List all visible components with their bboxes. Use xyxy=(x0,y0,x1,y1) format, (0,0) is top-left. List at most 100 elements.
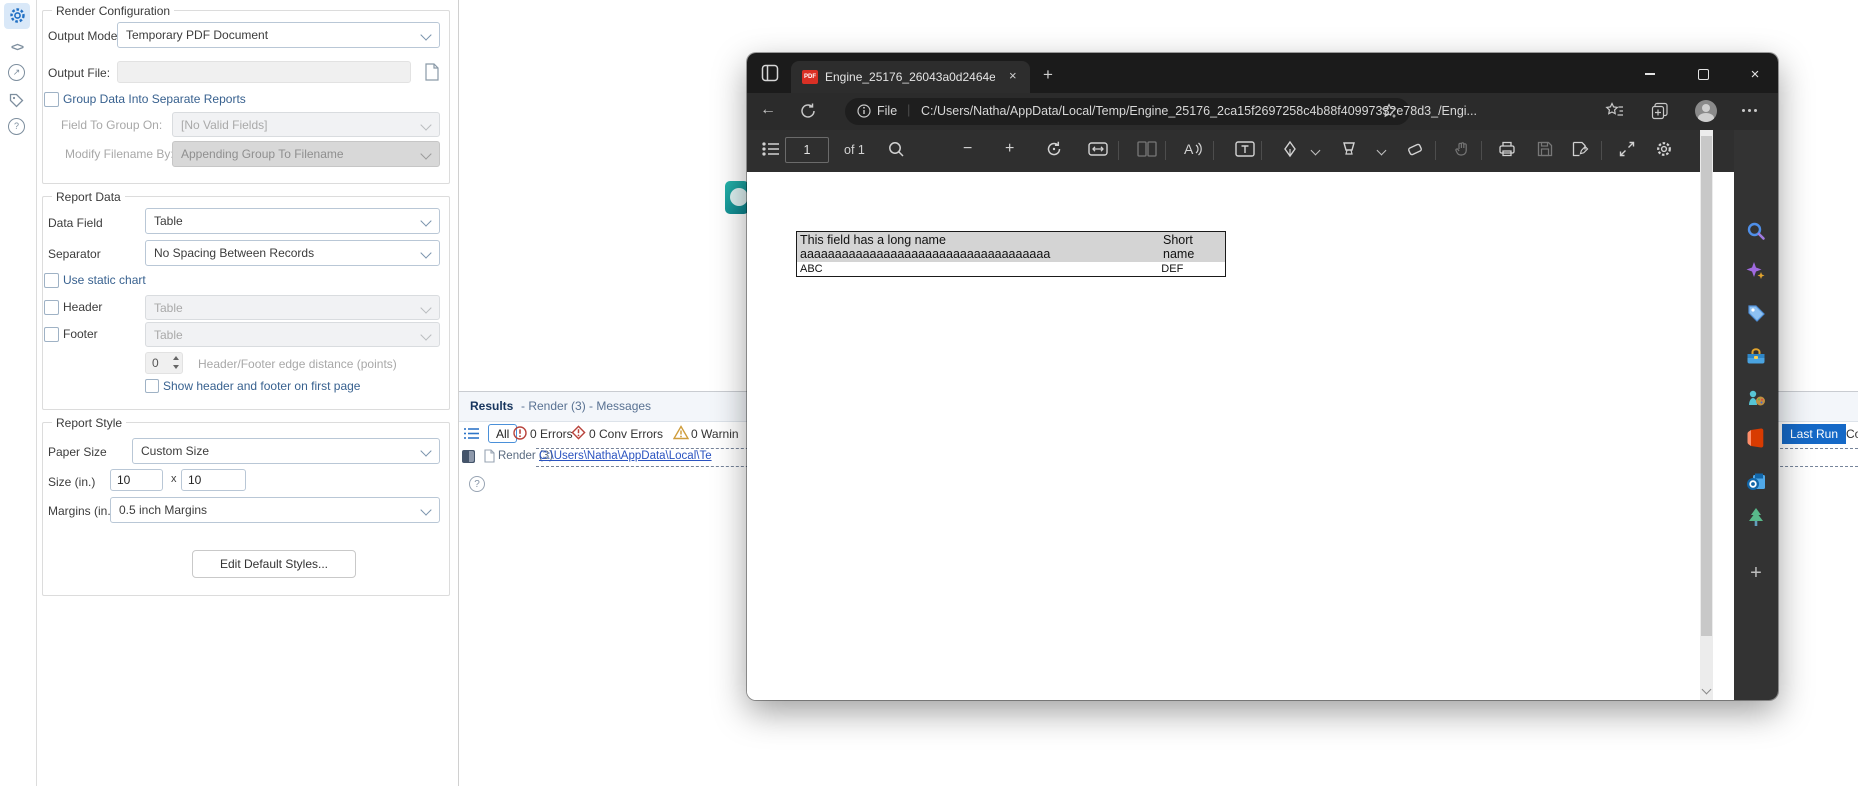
sidebar-games-icon[interactable] xyxy=(1746,388,1766,408)
render-tool-icon[interactable] xyxy=(725,181,749,214)
warnings-count[interactable]: 0 Warnin xyxy=(691,427,739,441)
save-icon[interactable] xyxy=(1536,140,1556,160)
size-width-input[interactable] xyxy=(110,469,163,491)
sidebar-toolbox-icon[interactable] xyxy=(1746,347,1766,367)
new-tab-icon[interactable]: + xyxy=(1043,66,1053,83)
output-file-link[interactable]: C:\Users\Natha\AppData\Local\Te xyxy=(539,450,712,462)
warning-triangle-icon[interactable] xyxy=(673,425,689,440)
favorite-star-add-icon[interactable] xyxy=(1381,103,1398,120)
output-mode-select[interactable]: Temporary PDF Document xyxy=(117,22,440,48)
output-file-input[interactable] xyxy=(117,61,411,83)
chevron-down-icon xyxy=(420,119,432,131)
favorites-icon[interactable] xyxy=(1605,101,1625,121)
help-question-icon[interactable]: ? xyxy=(469,476,485,492)
modify-filename-select[interactable]: Appending Group To Filename xyxy=(172,141,440,167)
show-header-footer-label: Show header and footer on first page xyxy=(163,379,361,393)
save-as-icon[interactable] xyxy=(1571,140,1591,160)
tab-configuration[interactable]: Con xyxy=(1846,427,1858,441)
workspaces-icon[interactable] xyxy=(761,64,779,82)
info-circle-icon[interactable] xyxy=(857,104,871,118)
footer-checkbox[interactable] xyxy=(44,327,59,342)
tab-close-icon[interactable]: × xyxy=(1009,68,1017,83)
use-static-chart-checkbox[interactable] xyxy=(44,273,59,288)
list-menu-icon[interactable] xyxy=(464,427,480,440)
profile-avatar[interactable] xyxy=(1695,100,1717,122)
sidebar-add-icon[interactable]: + xyxy=(1744,561,1768,585)
hand-pan-icon[interactable] xyxy=(1453,140,1473,160)
sidebar-shopping-tag-icon[interactable] xyxy=(1746,303,1766,323)
browser-tab[interactable]: PDF Engine_25176_26043a0d2464e04 × xyxy=(791,61,1030,93)
results-subtitle: - Render (3) - Messages xyxy=(521,399,652,413)
chevron-down-icon xyxy=(420,247,432,259)
file-browse-icon[interactable] xyxy=(421,60,443,84)
pdf-settings-gear-icon[interactable] xyxy=(1655,140,1675,160)
refresh-icon[interactable] xyxy=(799,102,817,120)
spinner-down-icon[interactable] xyxy=(170,362,181,371)
sidebar-office-icon[interactable] xyxy=(1746,428,1766,448)
show-header-footer-checkbox[interactable] xyxy=(145,379,159,393)
more-menu-icon[interactable] xyxy=(1742,109,1762,114)
add-text-icon[interactable] xyxy=(1235,140,1255,160)
draw-pen-icon[interactable] xyxy=(1281,140,1301,160)
fit-to-width-icon[interactable] xyxy=(1088,140,1108,160)
tab-last-run[interactable]: Last Run xyxy=(1782,424,1847,444)
collections-icon[interactable] xyxy=(1650,101,1670,121)
close-icon[interactable]: × xyxy=(1740,63,1770,85)
header-checkbox[interactable] xyxy=(44,300,59,315)
message-type-icon[interactable] xyxy=(462,450,475,463)
highlight-icon[interactable] xyxy=(1340,140,1360,160)
run-arrow-icon[interactable]: ↗ xyxy=(8,64,26,82)
footer-select[interactable]: Table xyxy=(145,322,440,347)
data-field-select[interactable]: Table xyxy=(145,208,440,234)
tag-icon[interactable] xyxy=(8,92,26,110)
fullscreen-icon[interactable] xyxy=(1618,140,1638,160)
address-bar[interactable]: File | C:/Users/Natha/AppData/Local/Temp… xyxy=(845,98,1477,125)
header-select[interactable]: Table xyxy=(145,295,440,320)
pen-options-chevron-icon[interactable] xyxy=(1310,145,1321,156)
size-height-input[interactable] xyxy=(181,469,246,491)
zoom-in-icon[interactable]: + xyxy=(1005,140,1014,158)
error-circle-icon[interactable] xyxy=(513,426,527,440)
groupbox-legend: Render Configuration xyxy=(52,4,175,18)
separator-select[interactable]: No Spacing Between Records xyxy=(145,240,440,266)
highlight-options-chevron-icon[interactable] xyxy=(1376,145,1387,156)
maximize-icon[interactable] xyxy=(1688,63,1718,85)
read-aloud-icon[interactable]: A xyxy=(1183,140,1203,160)
back-arrow-icon[interactable]: ← xyxy=(760,101,776,119)
pdf-scrollbar-thumb[interactable] xyxy=(1701,136,1712,636)
sidebar-tree-icon[interactable] xyxy=(1746,507,1766,527)
edit-default-styles-button[interactable]: Edit Default Styles... xyxy=(192,550,356,578)
margins-select[interactable]: 0.5 inch Margins xyxy=(110,497,440,523)
header-cell-short-name: Short name xyxy=(1163,233,1195,261)
scroll-down-icon[interactable] xyxy=(1701,684,1712,695)
code-icon[interactable]: <> xyxy=(8,40,26,58)
gear-icon[interactable] xyxy=(8,6,26,24)
minimize-icon[interactable] xyxy=(1635,63,1665,85)
size-label: Size (in.) xyxy=(48,475,96,489)
sidebar-discover-sparkle-icon[interactable] xyxy=(1746,261,1766,281)
file-message-icon[interactable] xyxy=(484,449,495,463)
chevron-down-icon xyxy=(420,329,432,341)
page-number-input[interactable] xyxy=(785,137,829,163)
edge-distance-label: Header/Footer edge distance (points) xyxy=(198,357,397,371)
pdf-viewport: This field has a long name aaaaaaaaaaaaa… xyxy=(747,172,1734,700)
erase-icon[interactable] xyxy=(1406,140,1426,160)
paper-size-select[interactable]: Custom Size xyxy=(132,438,440,464)
sidebar-outlook-icon[interactable] xyxy=(1746,472,1766,492)
table-of-contents-icon[interactable] xyxy=(762,140,782,160)
page-view-icon[interactable] xyxy=(1137,140,1157,160)
conv-error-diamond-icon[interactable] xyxy=(571,425,586,440)
print-icon[interactable] xyxy=(1498,140,1518,160)
zoom-out-icon[interactable]: − xyxy=(963,140,972,158)
help-icon[interactable]: ? xyxy=(8,118,26,136)
conv-errors-count[interactable]: 0 Conv Errors xyxy=(589,427,663,441)
pdf-scrollbar xyxy=(1700,130,1713,700)
field-to-group-select[interactable]: [No Valid Fields] xyxy=(172,112,440,137)
group-data-checkbox[interactable] xyxy=(44,92,59,107)
sidebar-search-icon[interactable] xyxy=(1746,221,1766,241)
spinner-up-icon[interactable] xyxy=(170,353,181,362)
errors-count[interactable]: 0 Errors xyxy=(530,427,573,441)
search-icon[interactable] xyxy=(887,140,907,160)
rotate-icon[interactable] xyxy=(1045,140,1065,160)
pdf-favicon: PDF xyxy=(802,70,818,84)
